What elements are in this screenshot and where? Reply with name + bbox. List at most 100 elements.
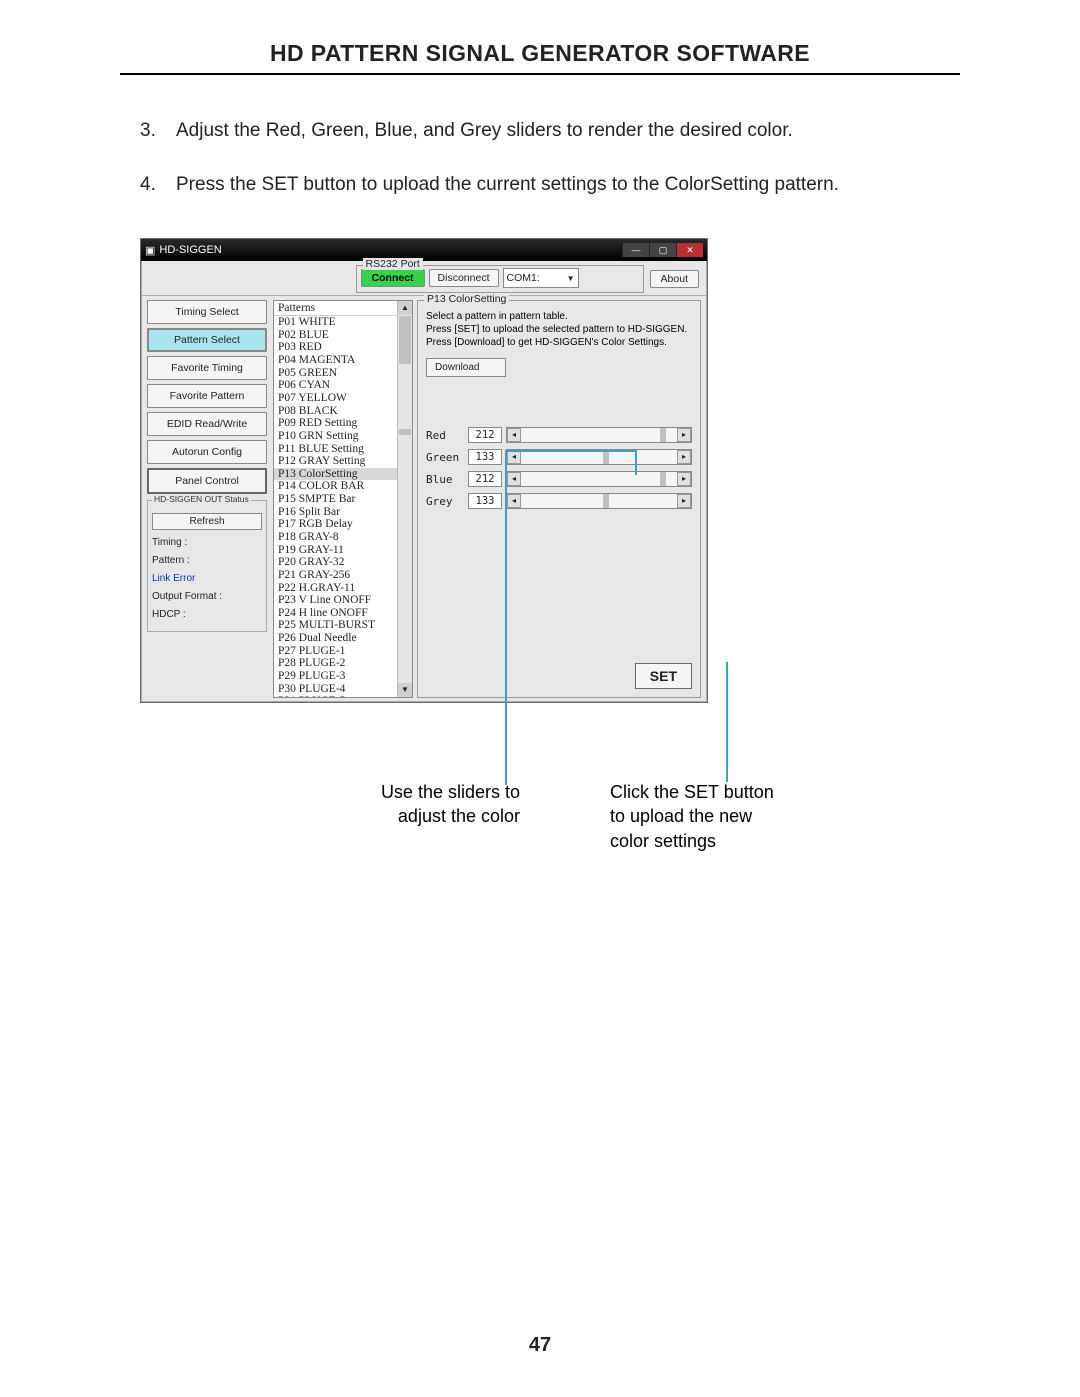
- patterns-header: Patterns: [274, 301, 412, 316]
- grey-slider[interactable]: ◂▸: [506, 493, 692, 509]
- pattern-item[interactable]: P17 RGB Delay: [274, 518, 412, 531]
- pattern-item[interactable]: P18 GRAY-8: [274, 531, 412, 544]
- pattern-item[interactable]: P05 GREEN: [274, 367, 412, 380]
- status-timing: Timing :: [152, 537, 262, 548]
- pattern-select-button[interactable]: Pattern Select: [147, 328, 267, 352]
- callout-set: Click the SET button to upload the new c…: [610, 780, 810, 853]
- rs232-group: RS232 Port Connect Disconnect COM1: ▼: [356, 265, 644, 293]
- settings-legend: P13 ColorSetting: [424, 293, 509, 305]
- grey-slider-row: Grey133◂▸: [426, 493, 692, 509]
- green-label: Green: [426, 451, 464, 464]
- slider-left-arrow-icon[interactable]: ◂: [507, 472, 521, 486]
- instruction-item: 4. Press the SET button to upload the cu…: [140, 171, 960, 199]
- minimize-button[interactable]: —: [622, 243, 649, 257]
- slider-right-arrow-icon[interactable]: ▸: [677, 472, 691, 486]
- panel-control-button[interactable]: Panel Control: [147, 468, 267, 494]
- connect-button[interactable]: Connect: [361, 269, 425, 287]
- pattern-item[interactable]: P31 PLUGE-5: [274, 695, 412, 698]
- pattern-item[interactable]: P01 WHITE: [274, 316, 412, 329]
- slider-thumb[interactable]: [603, 494, 609, 508]
- pattern-item[interactable]: P02 BLUE: [274, 329, 412, 342]
- pattern-item[interactable]: P16 Split Bar: [274, 506, 412, 519]
- pattern-item[interactable]: P19 GRAY-11: [274, 544, 412, 557]
- maximize-button[interactable]: ▢: [649, 243, 676, 257]
- callout-line: [505, 450, 507, 785]
- pattern-item[interactable]: P28 PLUGE-2: [274, 657, 412, 670]
- pattern-item[interactable]: P10 GRN Setting: [274, 430, 412, 443]
- pattern-item[interactable]: P27 PLUGE-1: [274, 645, 412, 658]
- red-value: 212: [468, 427, 502, 443]
- blue-label: Blue: [426, 473, 464, 486]
- pattern-item[interactable]: P12 GRAY Setting: [274, 455, 412, 468]
- page-number: 47: [0, 1334, 1080, 1357]
- disconnect-button[interactable]: Disconnect: [429, 269, 499, 287]
- pattern-item[interactable]: P21 GRAY-256: [274, 569, 412, 582]
- grey-label: Grey: [426, 495, 464, 508]
- slider-left-arrow-icon[interactable]: ◂: [507, 450, 521, 464]
- hint-text: Press [Download] to get HD-SIGGEN's Colo…: [426, 337, 692, 348]
- slider-left-arrow-icon[interactable]: ◂: [507, 494, 521, 508]
- pattern-item[interactable]: P08 BLACK: [274, 405, 412, 418]
- pattern-item[interactable]: P06 CYAN: [274, 379, 412, 392]
- patterns-list[interactable]: Patterns P01 WHITEP02 BLUEP03 REDP04 MAG…: [273, 300, 413, 698]
- pattern-item[interactable]: P25 MULTI-BURST: [274, 619, 412, 632]
- com-port-value: COM1:: [507, 272, 540, 284]
- status-hdcp: HDCP :: [152, 609, 262, 620]
- download-button[interactable]: Download: [426, 358, 506, 377]
- hint-text: Press [SET] to upload the selected patte…: [426, 324, 692, 335]
- close-button[interactable]: ✕: [676, 243, 703, 257]
- grey-value: 133: [468, 493, 502, 509]
- status-legend: HD-SIGGEN OUT Status: [152, 494, 251, 504]
- about-button[interactable]: About: [650, 270, 699, 288]
- autorun-config-button[interactable]: Autorun Config: [147, 440, 267, 464]
- scrollbar[interactable]: ▲ ▼: [397, 301, 412, 697]
- refresh-button[interactable]: Refresh: [152, 513, 262, 530]
- set-button[interactable]: SET: [635, 663, 692, 689]
- callout-sliders: Use the sliders to adjust the color: [320, 780, 520, 829]
- instruction-item: 3. Adjust the Red, Green, Blue, and Grey…: [140, 117, 960, 145]
- status-output-format: Output Format :: [152, 591, 262, 602]
- slider-right-arrow-icon[interactable]: ▸: [677, 494, 691, 508]
- pattern-item[interactable]: P09 RED Setting: [274, 417, 412, 430]
- slider-thumb[interactable]: [603, 450, 609, 464]
- blue-value: 212: [468, 471, 502, 487]
- pattern-item[interactable]: P13 ColorSetting: [274, 468, 412, 481]
- settings-panel: P13 ColorSetting Select a pattern in pat…: [417, 300, 701, 698]
- favorite-pattern-button[interactable]: Favorite Pattern: [147, 384, 267, 408]
- blue-slider[interactable]: ◂▸: [506, 471, 692, 487]
- pattern-item[interactable]: P03 RED: [274, 341, 412, 354]
- com-port-select[interactable]: COM1: ▼: [503, 268, 579, 288]
- instruction-list: 3. Adjust the Red, Green, Blue, and Grey…: [140, 117, 960, 198]
- favorite-timing-button[interactable]: Favorite Timing: [147, 356, 267, 380]
- pattern-item[interactable]: P20 GRAY-32: [274, 556, 412, 569]
- page-title: HD PATTERN SIGNAL GENERATOR SOFTWARE: [120, 40, 960, 75]
- slider-right-arrow-icon[interactable]: ▸: [677, 428, 691, 442]
- timing-select-button[interactable]: Timing Select: [147, 300, 267, 324]
- pattern-item[interactable]: P22 H.GRAY-11: [274, 582, 412, 595]
- red-slider[interactable]: ◂▸: [506, 427, 692, 443]
- pattern-item[interactable]: P07 YELLOW: [274, 392, 412, 405]
- pattern-item[interactable]: P15 SMPTE Bar: [274, 493, 412, 506]
- scroll-down-icon[interactable]: ▼: [398, 683, 412, 697]
- slider-right-arrow-icon[interactable]: ▸: [677, 450, 691, 464]
- sidebar: Timing Select Pattern Select Favorite Ti…: [141, 296, 273, 702]
- status-link-error: Link Error: [152, 573, 262, 584]
- status-group: HD-SIGGEN OUT Status Refresh Timing : Pa…: [147, 500, 267, 632]
- rs232-legend: RS232 Port: [363, 258, 423, 270]
- pattern-item[interactable]: P14 COLOR BAR: [274, 480, 412, 493]
- slider-thumb[interactable]: [660, 428, 666, 442]
- edid-button[interactable]: EDID Read/Write: [147, 412, 267, 436]
- pattern-item[interactable]: P23 V Line ONOFF: [274, 594, 412, 607]
- pattern-item[interactable]: P04 MAGENTA: [274, 354, 412, 367]
- hint-text: Select a pattern in pattern table.: [426, 311, 692, 322]
- slider-thumb[interactable]: [660, 472, 666, 486]
- pattern-item[interactable]: P11 BLUE Setting: [274, 443, 412, 456]
- titlebar: ▣ HD-SIGGEN — ▢ ✕: [141, 239, 707, 261]
- pattern-item[interactable]: P29 PLUGE-3: [274, 670, 412, 683]
- pattern-item[interactable]: P24 H line ONOFF: [274, 607, 412, 620]
- pattern-item[interactable]: P26 Dual Needle: [274, 632, 412, 645]
- scroll-up-icon[interactable]: ▲: [398, 301, 412, 315]
- slider-left-arrow-icon[interactable]: ◂: [507, 428, 521, 442]
- scroll-thumb[interactable]: [399, 316, 411, 364]
- pattern-item[interactable]: P30 PLUGE-4: [274, 683, 412, 696]
